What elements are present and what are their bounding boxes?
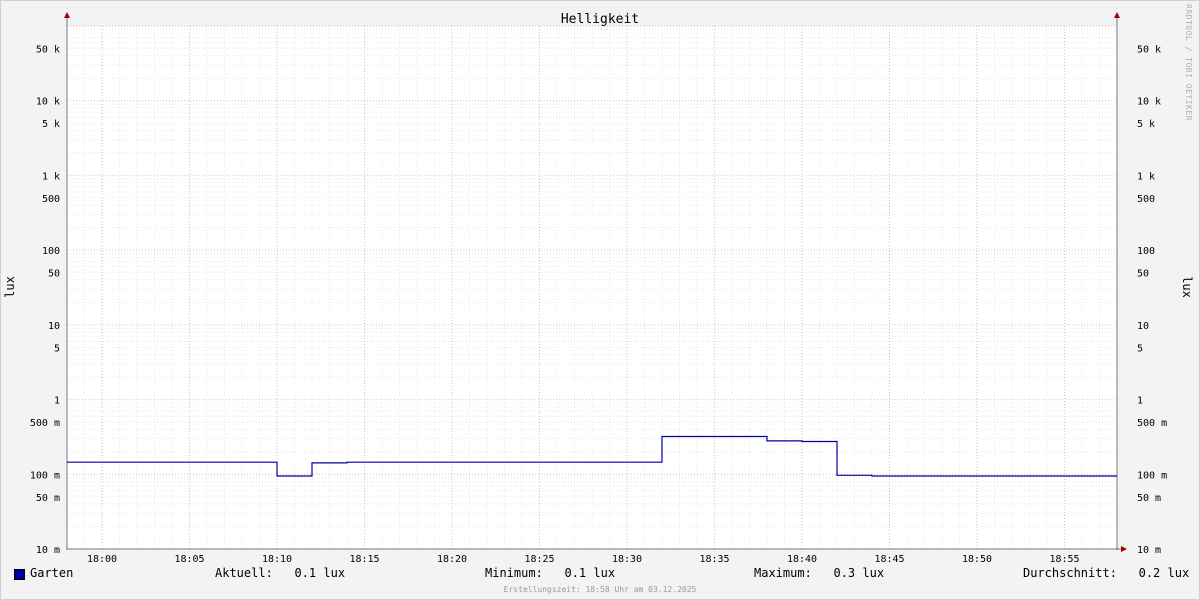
y-tick-label: 5 k: [42, 119, 60, 130]
legend-average: Durchschnitt: 0.2 lux: [1023, 566, 1190, 580]
y-tick-label-right: 50 m: [1137, 493, 1161, 504]
x-tick-label: 18:50: [962, 554, 992, 565]
legend-current: Aktuell: 0.1 lux: [215, 566, 346, 580]
y-tick-label: 100 m: [30, 470, 60, 481]
y-tick-label-right: 1: [1137, 396, 1143, 407]
y-tick-label: 500: [42, 194, 60, 205]
y-tick-label: 100: [42, 246, 60, 257]
y-tick-label-right: 10: [1137, 321, 1149, 332]
y-tick-label-right: 5 k: [1137, 119, 1155, 130]
y-tick-label: 50 m: [36, 493, 60, 504]
y-tick-label-right: 10 k: [1137, 97, 1161, 108]
y-axis-arrow-right: [1114, 12, 1120, 18]
y-tick-label: 1: [54, 396, 60, 407]
y-axis-label-left: lux: [3, 276, 17, 298]
rrdtool-watermark: RRDTOOL / TOBI OETIKER: [1184, 4, 1193, 121]
y-tick-label-right: 1 k: [1137, 171, 1155, 182]
y-axis-right: 50 k 10 k 5 k 1 k 500 100 50 10 5 1 500 m 100 m 50 m…: [1137, 44, 1167, 556]
y-tick-label: 10: [48, 321, 60, 332]
y-tick-label: 10 m: [36, 545, 60, 556]
x-tick-label: 18:20: [437, 554, 467, 565]
x-tick-label: 18:55: [1049, 554, 1079, 565]
x-tick-label: 18:05: [174, 554, 204, 565]
y-tick-label-right: 50: [1137, 269, 1149, 280]
y-tick-label: 500 m: [30, 418, 60, 429]
y-tick-label: 1 k: [42, 171, 60, 182]
x-tick-label: 18:00: [87, 554, 117, 565]
y-axis-arrow-left: [64, 12, 70, 18]
chart: Helligkeit 50 k 10 k 5 k 1 k 500 100 50 10 5 1 500…: [3, 12, 1194, 565]
y-axis-label-right: lux: [1180, 276, 1194, 298]
y-tick-label: 50: [48, 269, 60, 280]
y-tick-label-right: 500: [1137, 194, 1155, 205]
y-tick-label-right: 50 k: [1137, 44, 1161, 55]
y-tick-label-right: 5: [1137, 343, 1143, 354]
y-tick-label-right: 10 m: [1137, 545, 1161, 556]
x-tick-label: 18:40: [787, 554, 817, 565]
legend-maximum: Maximum: 0.3 lux: [754, 566, 885, 580]
legend-swatch: [14, 569, 25, 580]
y-axis-left: 50 k 10 k 5 k 1 k 500 100 50 10 5 1 500 m 100 m 50 m…: [30, 44, 60, 556]
x-tick-label: 18:45: [874, 554, 904, 565]
y-tick-label-right: 500 m: [1137, 418, 1167, 429]
legend-minimum: Minimum: 0.1 lux: [485, 566, 616, 580]
x-tick-label: 18:25: [524, 554, 554, 565]
x-tick-label: 18:30: [612, 554, 642, 565]
x-axis: 18:00 18:05 18:10 18:15 18:20 18:25 18:30 18:35…: [87, 554, 1080, 565]
y-tick-label: 5: [54, 343, 60, 354]
x-axis-arrow: [1121, 546, 1127, 552]
x-tick-label: 18:10: [262, 554, 292, 565]
grid: [67, 25, 1117, 550]
creation-time: Erstellungszeit: 18:58 Uhr am 03.12.2025: [503, 585, 697, 594]
y-tick-label: 10 k: [36, 97, 60, 108]
y-tick-label-right: 100 m: [1137, 470, 1167, 481]
chart-title: Helligkeit: [561, 12, 639, 27]
y-tick-label-right: 100: [1137, 246, 1155, 257]
legend-series-name: Garten: [30, 566, 74, 580]
x-tick-label: 18:35: [699, 554, 729, 565]
y-tick-label: 50 k: [36, 44, 60, 55]
x-tick-label: 18:15: [349, 554, 379, 565]
